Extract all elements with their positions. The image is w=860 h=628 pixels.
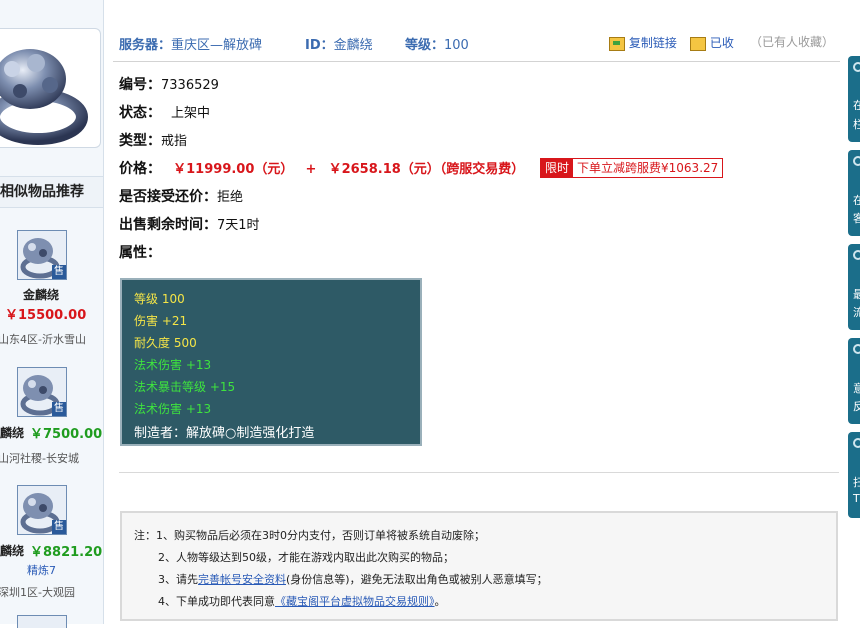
side-tab-latest[interactable]: 最 流 xyxy=(848,244,860,330)
info-icon xyxy=(853,250,860,260)
similar-item-server: 山东4区-沂水雪山 xyxy=(0,333,86,346)
similar-item-server: 深圳1区-大观园 xyxy=(0,586,75,599)
feedback-icon xyxy=(853,344,860,354)
stat-line: 耐久度 500 xyxy=(134,336,197,350)
item-number: 7336529 xyxy=(161,78,219,93)
similar-item-price: ￥7500.00 xyxy=(30,427,103,442)
similar-item-price: ￥8821.20 xyxy=(30,545,103,560)
item-main-image xyxy=(0,28,101,148)
server-label: 服务器： xyxy=(119,38,172,53)
similar-item-name[interactable]: 麟绕 xyxy=(0,424,24,441)
status-value: 上架中 xyxy=(171,106,211,121)
bargain-value: 拒绝 xyxy=(217,190,244,205)
sell-badge: 售 xyxy=(52,520,66,534)
sell-badge: 售 xyxy=(52,402,66,416)
copy-link-button[interactable]: 复制链接 xyxy=(609,34,677,51)
status-row: 状态： 上架中 xyxy=(119,105,211,121)
stat-line: 伤害 +21 xyxy=(134,314,188,328)
id-label: ID： xyxy=(305,38,334,53)
promo-badge: 限时 下单立减跨服费¥1063.27 xyxy=(540,158,724,178)
cross-server-fee: ￥2658.18（元）（跨服交易费） xyxy=(328,162,525,177)
item-attributes-box: 等级 100 伤害 +21 耐久度 500 法术伤害 +13 法术暴击等级 +1… xyxy=(120,278,422,446)
similar-item-thumb[interactable]: 售 xyxy=(17,230,67,280)
price-row: 价格： ￥11999.00（元） + ￥2658.18（元）（跨服交易费） xyxy=(119,161,525,177)
similar-item-server: 山河社稷-长安城 xyxy=(0,452,79,465)
price-plus: + xyxy=(305,162,317,177)
headset-icon xyxy=(853,156,860,166)
similar-items-title: 相似物品推荐 xyxy=(0,176,103,208)
similar-item-thumb[interactable]: 售 xyxy=(17,485,67,535)
stat-line: 等级 100 xyxy=(134,292,185,306)
favorite-button[interactable]: 已收 xyxy=(690,34,734,51)
maker-line: 制造者：解放碑○制造强化打造 xyxy=(134,426,315,441)
section-divider xyxy=(119,472,839,473)
sell-badge: 售 xyxy=(52,265,66,279)
copy-link-icon xyxy=(609,36,625,51)
similar-item-thumb[interactable]: 售 xyxy=(17,367,67,417)
type-row: 类型：戒指 xyxy=(119,133,188,149)
note-line-3: 3、请先完善帐号安全资料(身份信息等)，避免无法取出角色或被别人恶意填写； xyxy=(158,573,548,586)
promo-tag: 限时 xyxy=(541,159,574,177)
similar-item-thumb[interactable] xyxy=(17,615,67,628)
account-security-link[interactable]: 完善帐号安全资料 xyxy=(198,573,286,586)
similar-item-name[interactable]: 麟绕 xyxy=(0,542,24,559)
note-line-4: 4、下单成功即代表同意《藏宝阁平台虚拟物品交易规则》。 xyxy=(158,595,446,608)
side-tab-feedback[interactable]: 意 反 xyxy=(848,338,860,424)
side-tab-customer-service[interactable]: 在 客 xyxy=(848,150,860,236)
seller-id: ID：金麟绕 xyxy=(305,34,373,53)
watermark-text: （已有人收藏） xyxy=(750,35,835,49)
remaining-time-row: 出售剩余时间：7天1时 xyxy=(119,217,260,233)
ring-icon xyxy=(0,46,88,145)
trade-rules-link[interactable]: 《藏宝阁平台虚拟物品交易规则》 xyxy=(275,595,435,608)
qr-icon xyxy=(853,438,860,448)
promo-text: 下单立减跨服费¥1063.27 xyxy=(577,161,719,175)
folder-icon xyxy=(690,36,706,51)
server-info: 服务器：重庆区—解放碑 xyxy=(119,34,262,53)
purchase-notes: 注：1、购买物品后必须在3时0分内支付，否则订单将被系统自动废除； 2、人物等级… xyxy=(120,511,838,621)
remaining-time: 7天1时 xyxy=(217,218,260,233)
note-line-2: 2、人物等级达到50级，才能在游戏内取出此次购买的物品； xyxy=(158,551,454,564)
attributes-label: 属性： xyxy=(119,245,161,261)
similar-item-refine: 精炼7 xyxy=(27,564,56,577)
stat-line: 法术伤害 +13 xyxy=(134,358,212,372)
level-value: 100 xyxy=(444,38,469,53)
side-tab-scan[interactable]: 扫 T xyxy=(848,432,860,518)
stat-line: 法术暴击等级 +15 xyxy=(134,380,236,394)
note-line-1: 注：1、购买物品后必须在3时0分内支付，否则订单将被系统自动废除； xyxy=(134,529,485,542)
type-value: 戒指 xyxy=(161,134,188,149)
side-tab-online-service[interactable]: 在 栏 xyxy=(848,56,860,142)
level-info: 等级：100 xyxy=(405,34,469,53)
item-number-row: 编号：7336529 xyxy=(119,77,219,93)
level-label: 等级： xyxy=(405,38,445,53)
id-value: 金麟绕 xyxy=(333,38,373,53)
server-value: 重庆区—解放碑 xyxy=(171,38,263,53)
stat-line: 法术伤害 +13 xyxy=(134,402,212,416)
price-main: ￥11999.00（元） xyxy=(173,162,294,177)
chat-icon xyxy=(853,62,860,72)
bargain-row: 是否接受还价：拒绝 xyxy=(119,189,244,205)
header-divider xyxy=(113,61,840,62)
similar-item-price: ￥15500.00 xyxy=(5,308,87,323)
similar-item-name[interactable]: 金麟绕 xyxy=(23,286,59,303)
